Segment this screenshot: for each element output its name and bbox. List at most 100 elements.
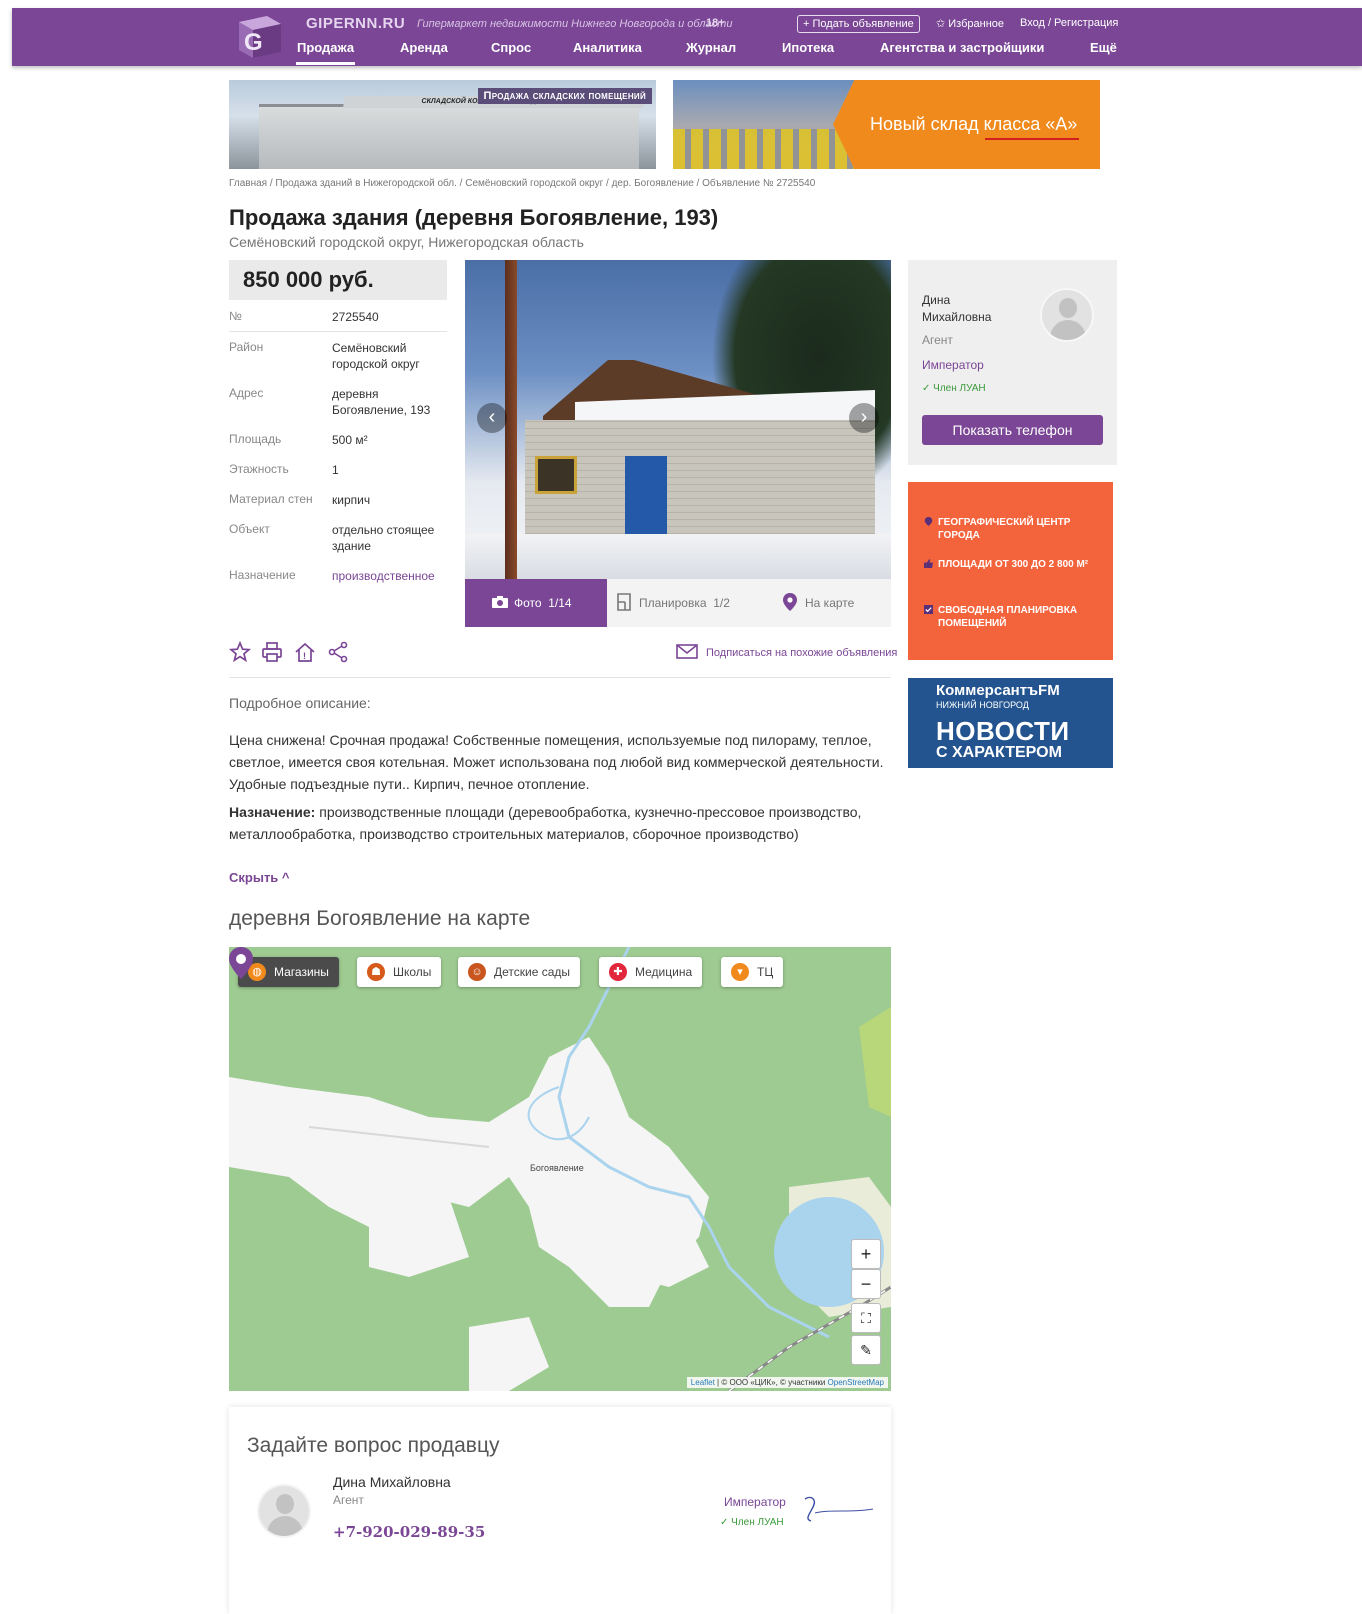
prop-value: отдельно стоящее здание	[332, 523, 435, 553]
seller-company-link[interactable]: Император	[724, 1495, 786, 1509]
map-pin-icon	[783, 593, 797, 611]
site-tagline: Гипермаркет недвижимости Нижнего Новгоро…	[417, 18, 733, 30]
prop-key: Назначение	[229, 568, 296, 582]
nav-mortgage[interactable]: Ипотека	[782, 40, 834, 55]
kommersant-fm-banner[interactable]: КоммерсантъFM НИЖНИЙ НОВГОРОД НОВОСТИ С …	[908, 678, 1113, 768]
chip-label: Медицина	[635, 965, 693, 979]
tab-plan[interactable]: Планировка 1/2	[617, 579, 730, 627]
floorplan-icon	[617, 593, 631, 611]
prop-value: кирпич	[332, 493, 371, 507]
camera-icon	[492, 596, 508, 608]
avatar	[257, 1484, 311, 1538]
agent-role: Агент	[922, 333, 953, 347]
photo-wall	[525, 420, 875, 540]
nav-agencies[interactable]: Агентства и застройщики	[880, 40, 1044, 55]
brand-name[interactable]: GIPERNN.RU	[306, 15, 405, 32]
chevron-left-icon[interactable]: ‹	[477, 403, 507, 433]
banner-building-image	[259, 104, 639, 169]
nav-rent[interactable]: Аренда	[400, 40, 448, 55]
location-pin-icon[interactable]	[229, 947, 253, 979]
prop-key: Материал стен	[229, 492, 313, 506]
page-title: Продажа здания (деревня Богоявление, 193…	[229, 205, 719, 230]
favorites-link[interactable]: ✩ Избранное	[936, 17, 1004, 30]
banner-warehouse-sale[interactable]: СКЛАДСКОЙ КОМПЛЕКС НА РОДИОНОВА Продажа …	[229, 80, 656, 169]
prop-key: Этажность	[229, 462, 289, 476]
map-filter-kindergartens[interactable]: ☺ Детские сады	[458, 957, 581, 987]
listing-photo[interactable]: ‹ ›	[465, 260, 891, 579]
seller-phone[interactable]: +7-920-029-89-35	[333, 1523, 485, 1541]
fullscreen-icon[interactable]: ⛶	[851, 1303, 881, 1333]
seller-name: Дина Михайловна	[333, 1474, 451, 1490]
nav-demand[interactable]: Спрос	[491, 40, 531, 55]
prop-divider	[229, 331, 447, 332]
top-header: G GIPERNN.RU Гипермаркет недвижимости Ни…	[12, 8, 1362, 66]
map-attribution: Leaflet | © ООО «ЦИК», © участники OpenS…	[686, 1377, 888, 1388]
prop-key: Адрес	[229, 386, 264, 400]
hide-description-link[interactable]: Скрыть ^	[229, 870, 290, 885]
ruler-icon[interactable]: ✎	[851, 1335, 881, 1365]
nav-sale[interactable]: Продажа	[297, 40, 354, 55]
breadcrumb[interactable]: Главная / Продажа зданий в Нижегородской…	[229, 178, 815, 189]
subscribe-similar-link[interactable]: Подписаться на похожие объявления	[676, 644, 897, 659]
kindergarten-icon: ☺	[468, 963, 486, 981]
leaflet-link[interactable]: Leaflet	[691, 1378, 715, 1387]
banner-headline: Новый склад класса «А»	[870, 114, 1078, 134]
prop-value-link[interactable]: производственное	[332, 568, 447, 584]
nav-more[interactable]: Ещё	[1090, 40, 1117, 55]
zoom-in-button[interactable]: +	[851, 1239, 881, 1269]
prop-value: Семёновский городской округ	[332, 341, 420, 371]
thumbs-up-icon	[924, 559, 933, 568]
kfm-line2: С ХАРАКТЕРОМ	[936, 744, 1062, 761]
subscribe-label: Подписаться на похожие объявления	[706, 647, 898, 659]
map-heading: деревня Богоявление на карте	[229, 907, 531, 930]
print-icon[interactable]	[261, 641, 283, 663]
seller-role: Агент	[333, 1493, 364, 1507]
promo-item: ПЛОЩАДИ ОТ 300 ДО 2 800 М²	[924, 558, 1094, 571]
chip-label: Школы	[393, 965, 432, 979]
purpose-label: Назначение:	[229, 804, 316, 820]
prop-value: 1	[332, 463, 339, 477]
home-alert-icon[interactable]: !	[294, 641, 316, 663]
star-icon[interactable]	[229, 641, 251, 663]
banner-new-warehouse[interactable]: Новый склад класса «А»	[673, 80, 1100, 169]
svg-text:!: !	[303, 651, 306, 661]
tab-photo[interactable]: Фото 1/14	[465, 579, 607, 627]
ask-heading: Задайте вопрос продавцу	[247, 1434, 500, 1457]
photo-snow	[465, 534, 891, 579]
map-filter-malls[interactable]: ▾ ТЦ	[721, 957, 784, 987]
photo-window	[535, 456, 577, 494]
company-logo[interactable]	[801, 1495, 876, 1525]
nav-analytics[interactable]: Аналитика	[573, 40, 642, 55]
prop-key: №	[229, 309, 242, 323]
map-filter-medicine[interactable]: ✚ Медицина	[599, 957, 703, 987]
share-icon[interactable]	[327, 641, 349, 663]
site-logo[interactable]: G	[235, 12, 285, 62]
prop-key: Район	[229, 340, 264, 354]
post-ad-button[interactable]: + Подать объявление	[797, 15, 920, 33]
chip-label: Магазины	[274, 965, 329, 979]
checkbox-icon	[924, 605, 933, 614]
zoom-out-button[interactable]: −	[851, 1269, 881, 1299]
promo-banner[interactable]: ГЕОГРАФИЧЕСКИЙ ЦЕНТР ГОРОДА ПЛОЩАДИ ОТ 3…	[908, 482, 1113, 660]
prop-key: Площадь	[229, 432, 282, 446]
kfm-city: НИЖНИЙ НОВГОРОД	[936, 700, 1029, 710]
promo-text: ПЛОЩАДИ ОТ 300 ДО 2 800 М²	[938, 559, 1089, 570]
luan-badge: ✓ Член ЛУАН	[720, 1517, 784, 1528]
location-icon	[924, 517, 933, 526]
nav-journal[interactable]: Журнал	[686, 40, 736, 55]
osm-link[interactable]: OpenStreetMap	[828, 1378, 884, 1387]
chevron-right-icon[interactable]: ›	[849, 403, 879, 433]
nav-active-indicator	[296, 62, 355, 65]
tab-on-map[interactable]: На карте	[783, 579, 854, 627]
login-link[interactable]: Вход / Регистрация	[1020, 17, 1118, 29]
map-filter-schools[interactable]: ☗ Школы	[357, 957, 442, 987]
agent-company-link[interactable]: Император	[922, 358, 984, 372]
price: 850 000 руб.	[229, 260, 447, 300]
promo-item: ГЕОГРАФИЧЕСКИЙ ЦЕНТР ГОРОДА	[924, 516, 1094, 542]
agent-name: Дина Михайловна	[922, 293, 992, 324]
promo-item: СВОБОДНАЯ ПЛАНИРОВКА ПОМЕЩЕНИЙ	[924, 604, 1099, 630]
map-filter-shops[interactable]: ◍ Магазины	[238, 957, 339, 987]
show-phone-button[interactable]: Показать телефон	[922, 415, 1103, 445]
chip-label: Детские сады	[494, 965, 571, 979]
map-widget[interactable]: ◍ Магазины ☗ Школы ☺ Детские сады ✚ Медицина…	[229, 947, 891, 1391]
